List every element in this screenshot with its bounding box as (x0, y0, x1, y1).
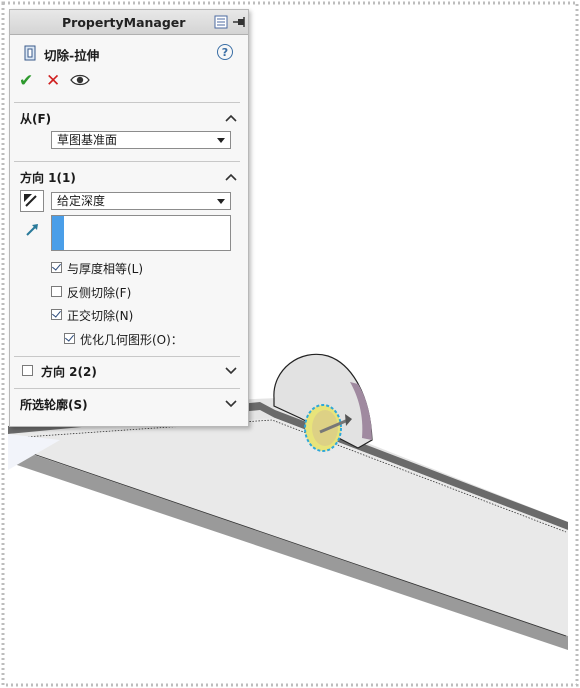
dropdown-arrow-icon (217, 199, 225, 204)
divider (14, 102, 240, 103)
chevron-up-icon[interactable] (224, 172, 238, 182)
checkbox-box[interactable] (51, 309, 62, 320)
chevron-up-icon[interactable] (224, 113, 238, 123)
action-buttons: ✔ ✕ (10, 70, 248, 94)
direction2-toggle[interactable]: 方向 2(2) (22, 363, 202, 379)
collapse-panel-icon[interactable] (214, 15, 228, 29)
feature-name: 切除-拉伸 (44, 48, 100, 63)
panel-title-bar: PropertyManager (10, 10, 248, 35)
panel-title: PropertyManager (62, 15, 186, 30)
feature-header: 切除-拉伸 ? (10, 40, 248, 68)
end-condition-value: 给定深度 (57, 194, 106, 208)
chevron-down-icon[interactable] (224, 398, 238, 408)
ok-button[interactable]: ✔ (19, 71, 33, 91)
divider (14, 388, 240, 389)
from-dropdown-value: 草图基准面 (57, 133, 118, 147)
from-section-title[interactable]: 从(F) (20, 110, 51, 127)
direction-vector-icon (26, 224, 38, 236)
checkbox-equal-thickness[interactable]: 与厚度相等(L) (51, 260, 231, 276)
checkbox-flip-side-cut[interactable]: 反侧切除(F) (51, 284, 231, 300)
screen: PropertyManager 切除-拉伸 ? ✔ ✕ 从(F) 草图基准面 方… (0, 0, 580, 688)
checkbox-box[interactable] (22, 365, 33, 376)
depth-direction-selection-box[interactable] (51, 215, 231, 251)
divider (14, 356, 240, 357)
checkbox-label: 正交切除(N) (67, 309, 134, 323)
checkbox-label: 优化几何图形(O)： (80, 333, 183, 347)
checkbox-normal-cut[interactable]: 正交切除(N) (51, 307, 231, 323)
checkbox-box[interactable] (51, 286, 62, 297)
cancel-button[interactable]: ✕ (46, 71, 60, 91)
checkbox-box[interactable] (51, 262, 62, 273)
divider (14, 161, 240, 162)
checkbox-label: 反侧切除(F) (67, 286, 132, 300)
from-dropdown[interactable]: 草图基准面 (51, 131, 231, 149)
selection-active-indicator (52, 216, 64, 250)
pin-icon[interactable] (232, 15, 246, 29)
extruded-cut-icon (24, 45, 36, 61)
help-icon[interactable]: ? (217, 44, 233, 60)
chevron-down-icon[interactable] (224, 365, 238, 375)
selected-contours-section-title[interactable]: 所选轮廓(S) (20, 396, 88, 413)
property-manager-panel: PropertyManager 切除-拉伸 ? ✔ ✕ 从(F) 草图基准面 方… (9, 9, 249, 427)
checkbox-box[interactable] (64, 333, 75, 344)
direction1-section-title[interactable]: 方向 1(1) (20, 169, 76, 186)
direction2-section-title: 方向 2(2) (41, 365, 97, 379)
dropdown-arrow-icon (217, 138, 225, 143)
checkbox-label: 与厚度相等(L) (67, 262, 144, 276)
part-top-surface (8, 418, 568, 636)
checkbox-optimize-geometry[interactable]: 优化几何图形(O)： (64, 331, 234, 347)
end-condition-dropdown[interactable]: 给定深度 (51, 192, 231, 210)
preview-eye-icon[interactable] (70, 73, 90, 87)
reverse-direction-icon[interactable] (20, 190, 44, 212)
